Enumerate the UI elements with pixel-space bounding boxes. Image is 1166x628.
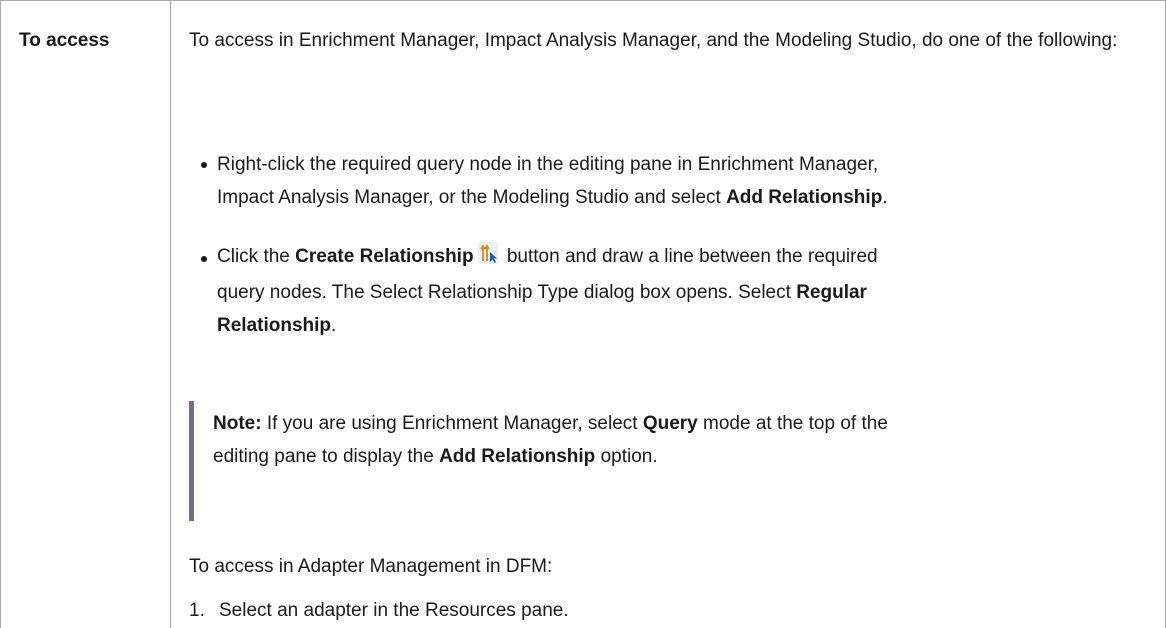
bullet-dot — [201, 256, 207, 262]
note-label: Note: — [213, 413, 262, 434]
create-relationship-icon — [477, 242, 498, 264]
add-relationship-label: Add Relationship — [726, 187, 883, 208]
step-number: 1. — [189, 600, 205, 621]
dfm-intro-paragraph: To access in Adapter Management in DFM: — [189, 556, 553, 577]
create-relationship-label: Create Relationship — [295, 246, 474, 267]
bullet-2-line-3: Relationship. — [217, 315, 337, 336]
access-table: To access To access in Enrichment Manage… — [0, 0, 1166, 628]
table-top-border — [0, 0, 1166, 1]
bullet-2-line-1: Click the Create Relationship button and… — [217, 240, 1117, 273]
note-line-2: editing pane to display the Add Relation… — [213, 446, 658, 467]
bullet-1-line-1: Right-click the required query node in t… — [217, 154, 879, 175]
table-left-border — [0, 0, 1, 628]
step-text: Select an adapter in the Resources pane. — [219, 600, 569, 621]
column-divider — [170, 0, 171, 628]
bullet-1-line-2: Impact Analysis Manager, or the Modeling… — [217, 187, 888, 208]
note-box: Note: If you are using Enrichment Manage… — [189, 397, 1129, 525]
bullet-dot — [201, 162, 207, 168]
bullet-2-line-2: query nodes. The Select Relationship Typ… — [217, 282, 867, 303]
intro-paragraph: To access in Enrichment Manager, Impact … — [189, 30, 1118, 51]
row-label: To access — [19, 30, 110, 51]
note-line-1: Note: If you are using Enrichment Manage… — [213, 413, 888, 434]
note-accent-bar — [189, 401, 194, 521]
